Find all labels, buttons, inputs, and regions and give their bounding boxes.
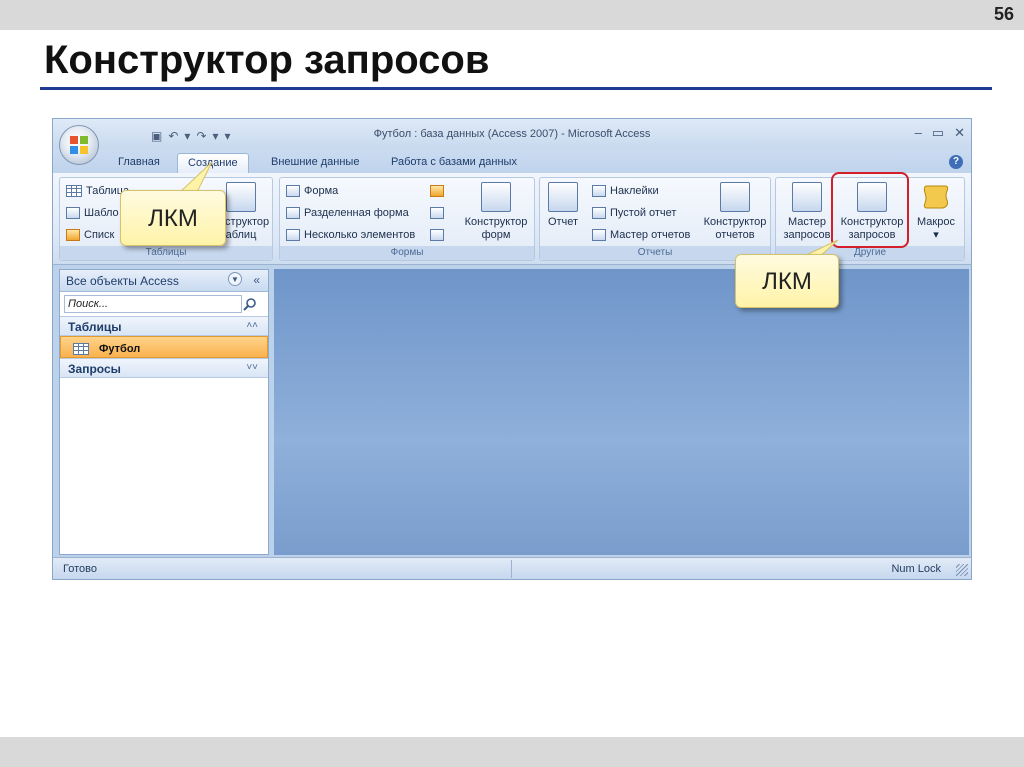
- nav-section-tables[interactable]: Таблицы ˄˄: [60, 316, 268, 336]
- tab-home[interactable]: Главная: [108, 153, 170, 173]
- maximize-icon[interactable]: ▭: [932, 125, 944, 141]
- split-form-icon: [286, 207, 300, 219]
- form-designer-icon: [481, 182, 511, 212]
- query-wizard-icon: [792, 182, 822, 212]
- multiple-items-button[interactable]: Несколько элементов: [286, 226, 415, 244]
- pivot-chart-icon: [430, 185, 444, 197]
- labels-icon: [592, 185, 606, 197]
- report-wizard-icon: [592, 229, 606, 241]
- split-form-button[interactable]: Разделенная форма: [286, 204, 409, 222]
- form-button[interactable]: Форма: [286, 182, 338, 200]
- callout-lkm-query-designer: ЛКМ: [735, 254, 839, 308]
- table-templates-button[interactable]: Шабло: [66, 204, 119, 222]
- blank-form-icon: [430, 207, 444, 219]
- nav-pane-header[interactable]: Все объекты Access ▼ «: [60, 270, 268, 292]
- callout-lkm-create-tab: ЛКМ: [120, 190, 226, 246]
- report-designer-button[interactable]: Конструктор отчетов: [700, 182, 770, 242]
- more-forms-button[interactable]: [430, 226, 444, 244]
- window-titlebar: ▣ ↶ ▾ ↷ ▾ ▾ Футбол : база данных (Access…: [53, 119, 971, 149]
- group-reports: Отчет Наклейки Пустой отчет Мастер отчет…: [539, 177, 771, 261]
- window-controls: – ▭ ✕: [915, 125, 965, 141]
- window-title: Футбол : база данных (Access 2007) - Mic…: [373, 128, 651, 140]
- search-icon[interactable]: [243, 297, 257, 311]
- table-icon: [66, 185, 82, 197]
- tab-external-data[interactable]: Внешние данные: [261, 153, 369, 173]
- chevron-down-icon[interactable]: ▼: [228, 272, 242, 286]
- table-designer-icon: [226, 182, 256, 212]
- blank-form-button[interactable]: [430, 204, 444, 222]
- help-icon[interactable]: ?: [949, 155, 963, 169]
- office-logo-icon: [70, 136, 88, 154]
- collapse-section-icon[interactable]: ˄˄: [246, 320, 258, 331]
- expand-section-icon[interactable]: ˅˅: [246, 362, 258, 373]
- search-input[interactable]: Поиск...: [64, 295, 256, 313]
- slide-title: Конструктор запросов: [44, 38, 490, 82]
- blank-report-icon: [592, 207, 606, 219]
- macro-scroll-icon: [921, 182, 951, 212]
- slide-number: 56: [993, 4, 1014, 24]
- workspace-area: [274, 269, 969, 555]
- query-designer-highlight: [831, 172, 909, 248]
- list-icon: [66, 229, 80, 241]
- multiple-items-icon: [286, 229, 300, 241]
- status-bar: Готово Num Lock: [53, 557, 971, 579]
- pivot-chart-button[interactable]: [430, 182, 444, 200]
- more-forms-icon: [430, 229, 444, 241]
- report-icon: [548, 182, 578, 212]
- blank-report-button[interactable]: Пустой отчет: [592, 204, 676, 222]
- num-lock-indicator: Num Lock: [891, 563, 941, 575]
- nav-section-queries[interactable]: Запросы ˅˅: [60, 358, 268, 378]
- tab-create[interactable]: Создание: [177, 153, 249, 173]
- ribbon-tabs: Главная Создание Внешние данные Работа с…: [53, 149, 971, 173]
- minimize-icon[interactable]: –: [915, 125, 922, 141]
- collapse-pane-icon[interactable]: «: [253, 273, 260, 287]
- status-text: Готово: [63, 563, 97, 575]
- sharepoint-lists-button[interactable]: Списк: [66, 226, 114, 244]
- nav-item-football-table[interactable]: Футбол: [60, 336, 268, 358]
- close-icon[interactable]: ✕: [954, 125, 965, 141]
- group-label-tables: Таблицы: [60, 246, 272, 260]
- report-button[interactable]: Отчет: [540, 182, 586, 229]
- tab-database-tools[interactable]: Работа с базами данных: [381, 153, 527, 173]
- report-designer-icon: [720, 182, 750, 212]
- query-wizard-button[interactable]: Мастер запросов: [778, 182, 836, 242]
- report-wizard-button[interactable]: Мастер отчетов: [592, 226, 690, 244]
- title-divider: [40, 87, 992, 90]
- form-designer-button[interactable]: Конструктор форм: [460, 182, 532, 242]
- table-icon: [73, 342, 89, 355]
- form-icon: [286, 185, 300, 197]
- office-button[interactable]: [59, 125, 99, 165]
- macro-button[interactable]: Макрос ▾: [908, 182, 964, 242]
- navigation-pane: Все объекты Access ▼ « Поиск... Таблицы …: [59, 269, 269, 555]
- slide-bottom-band: [0, 737, 1024, 767]
- resize-grip-icon[interactable]: [956, 564, 968, 576]
- slide-top-band: [0, 0, 1024, 30]
- template-icon: [66, 207, 80, 219]
- group-label-forms: Формы: [280, 246, 534, 260]
- group-forms: Форма Разделенная форма Несколько элемен…: [279, 177, 535, 261]
- labels-button[interactable]: Наклейки: [592, 182, 659, 200]
